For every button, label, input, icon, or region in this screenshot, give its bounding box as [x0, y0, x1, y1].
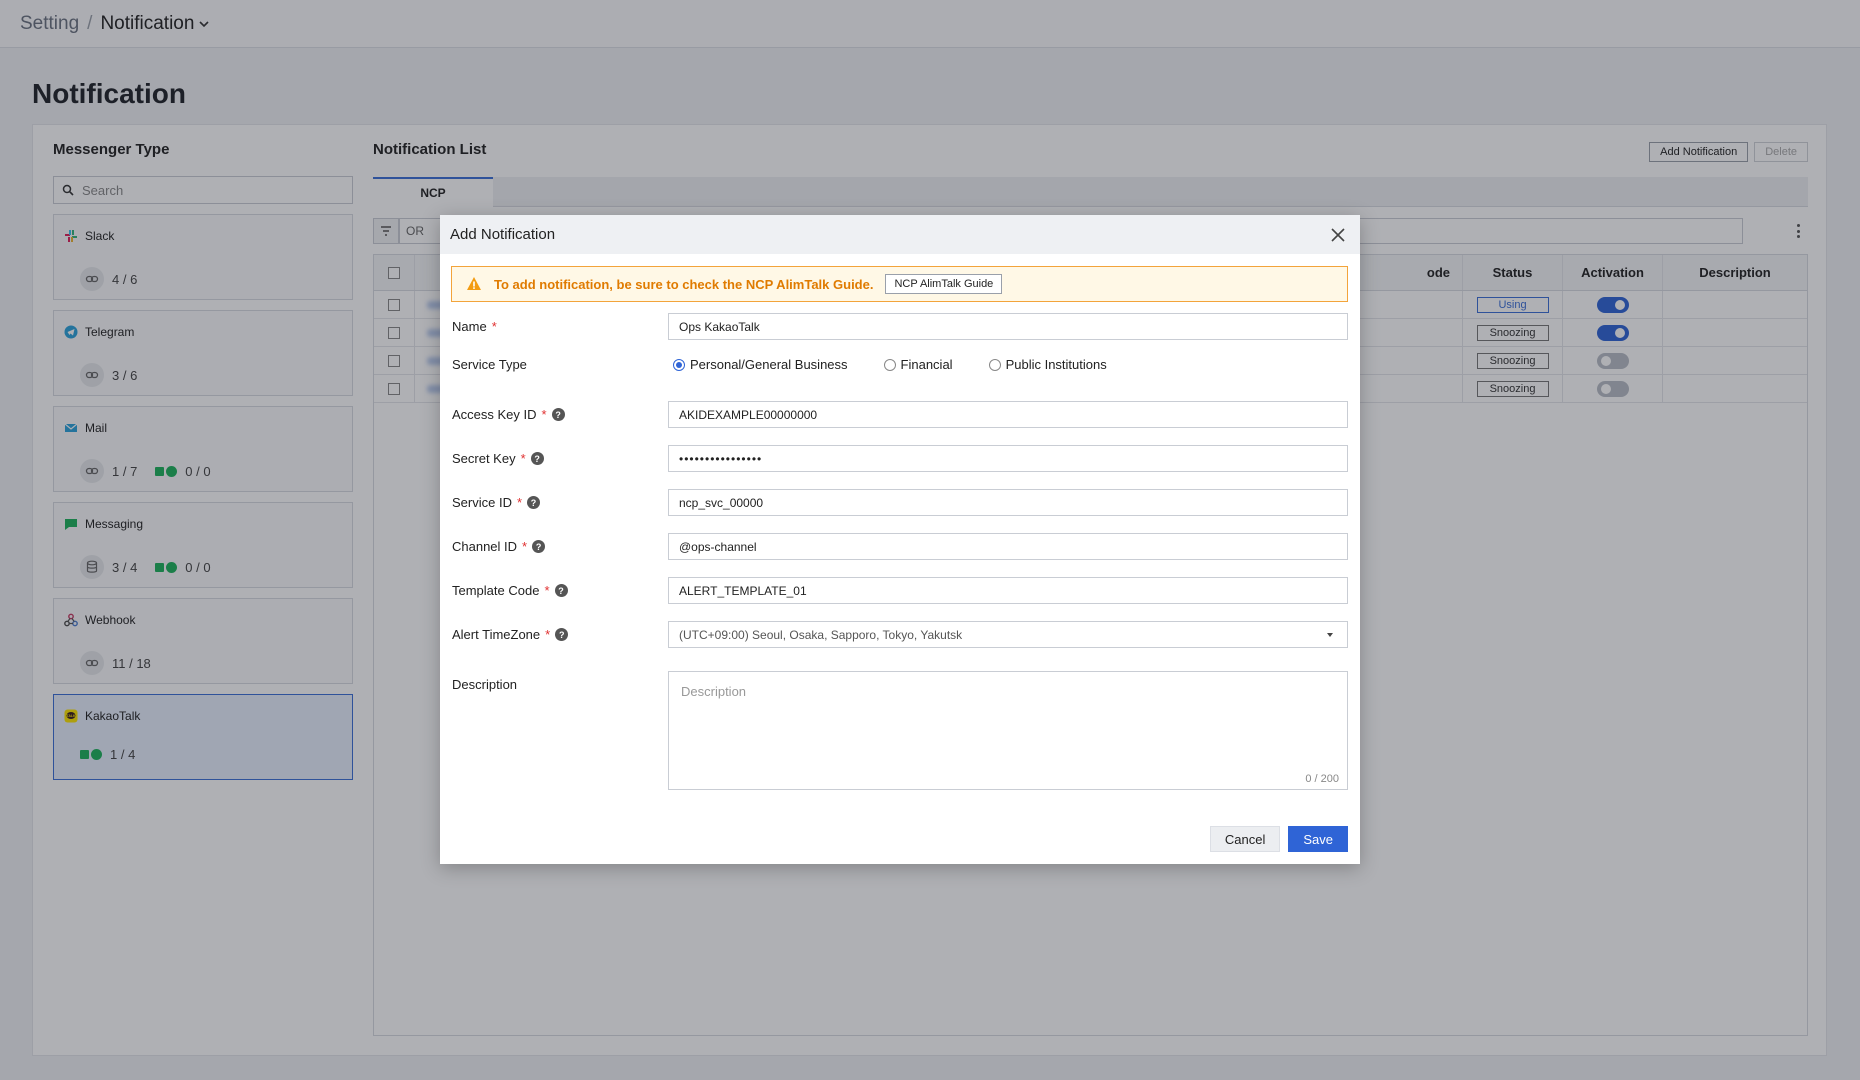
- radio-public-institutions[interactable]: Public Institutions: [988, 357, 1107, 372]
- form-row-access-key: Access Key ID * ? AKIDEXAMPLE00000000: [452, 401, 1348, 428]
- character-counter: 0 / 200: [1305, 773, 1339, 785]
- label-text: Template Code: [452, 583, 540, 598]
- description-textarea[interactable]: Description 0 / 200: [668, 671, 1348, 790]
- radio-circle: [673, 358, 685, 371]
- description-placeholder: Description: [681, 684, 747, 699]
- form-row-service-type: Service Type Personal/General Business F…: [452, 357, 1348, 372]
- required-mark: *: [522, 539, 528, 554]
- required-mark: *: [491, 319, 497, 334]
- secret-key-input[interactable]: ••••••••••••••••: [668, 445, 1348, 472]
- add-notification-modal: Add Notification To add notification, be…: [440, 215, 1360, 864]
- access-key-label: Access Key ID * ?: [452, 407, 668, 422]
- modal-title: Add Notification: [450, 226, 556, 243]
- required-mark: *: [545, 627, 551, 642]
- description-label: Description: [452, 671, 668, 692]
- label-text: Access Key ID: [452, 407, 537, 422]
- help-icon[interactable]: ?: [532, 540, 546, 553]
- ncp-alimtalk-guide-button[interactable]: NCP AlimTalk Guide: [885, 274, 1003, 294]
- template-code-input[interactable]: ALERT_TEMPLATE_01: [668, 577, 1348, 604]
- service-id-label: Service ID * ?: [452, 495, 668, 510]
- save-button[interactable]: Save: [1288, 826, 1348, 852]
- required-mark: *: [544, 583, 550, 598]
- cancel-button[interactable]: Cancel: [1209, 826, 1281, 852]
- required-mark: *: [520, 451, 526, 466]
- radio-circle: [988, 358, 1001, 371]
- radio-label: Financial: [900, 357, 953, 372]
- form-row-timezone: Alert TimeZone * ? (UTC+09:00) Seoul, Os…: [452, 621, 1348, 648]
- service-type-label: Service Type: [452, 357, 668, 372]
- name-label: Name *: [452, 319, 668, 334]
- help-icon[interactable]: ?: [527, 496, 541, 509]
- radio-financial[interactable]: Financial: [883, 357, 953, 372]
- form-row-template-code: Template Code * ? ALERT_TEMPLATE_01: [452, 577, 1348, 604]
- help-icon[interactable]: ?: [554, 584, 568, 597]
- form-row-secret-key: Secret Key * ? ••••••••••••••••: [452, 445, 1348, 472]
- required-mark: *: [541, 407, 547, 422]
- channel-id-input[interactable]: @ops-channel: [668, 533, 1348, 560]
- name-input[interactable]: Ops KakaoTalk: [668, 313, 1348, 340]
- secret-key-label: Secret Key * ?: [452, 451, 668, 466]
- help-icon[interactable]: ?: [555, 628, 569, 641]
- access-key-input[interactable]: AKIDEXAMPLE00000000: [668, 401, 1348, 428]
- help-icon[interactable]: ?: [530, 452, 544, 465]
- radio-label: Personal/General Business: [690, 357, 848, 372]
- guide-alert: To add notification, be sure to check th…: [451, 266, 1348, 302]
- service-id-input[interactable]: ncp_svc_00000: [668, 489, 1348, 516]
- alert-text: To add notification, be sure to check th…: [494, 276, 874, 292]
- form-row-channel-id: Channel ID * ? @ops-channel: [452, 533, 1348, 560]
- timezone-label: Alert TimeZone * ?: [452, 627, 668, 642]
- form-row-name: Name * Ops KakaoTalk: [452, 313, 1348, 340]
- label-text: Description: [452, 677, 518, 692]
- template-code-label: Template Code * ?: [452, 583, 668, 598]
- radio-personal-general[interactable]: Personal/General Business: [673, 357, 848, 372]
- label-text: Service ID: [452, 495, 512, 510]
- radio-label: Public Institutions: [1005, 357, 1107, 372]
- label-text: Name: [452, 319, 487, 334]
- help-icon[interactable]: ?: [551, 408, 565, 421]
- label-text: Service Type: [452, 357, 527, 372]
- modal-header: Add Notification: [440, 215, 1360, 254]
- service-type-radio-group: Personal/General Business Financial Publ…: [668, 357, 1107, 372]
- label-text: Secret Key: [452, 451, 516, 466]
- label-text: Channel ID: [452, 539, 518, 554]
- form-row-service-id: Service ID * ? ncp_svc_00000: [452, 489, 1348, 516]
- warning-icon: [467, 277, 481, 290]
- channel-id-label: Channel ID * ?: [452, 539, 668, 554]
- modal-footer: Cancel Save: [1209, 826, 1348, 852]
- timezone-value: (UTC+09:00) Seoul, Osaka, Sapporo, Tokyo…: [679, 627, 963, 642]
- label-text: Alert TimeZone: [452, 627, 541, 642]
- caret-down-icon: [1327, 633, 1333, 637]
- timezone-select[interactable]: (UTC+09:00) Seoul, Osaka, Sapporo, Tokyo…: [668, 621, 1348, 648]
- radio-circle: [883, 358, 896, 371]
- close-icon[interactable]: [1330, 227, 1346, 243]
- form-row-description: Description Description 0 / 200: [452, 671, 1348, 790]
- required-mark: *: [516, 495, 523, 510]
